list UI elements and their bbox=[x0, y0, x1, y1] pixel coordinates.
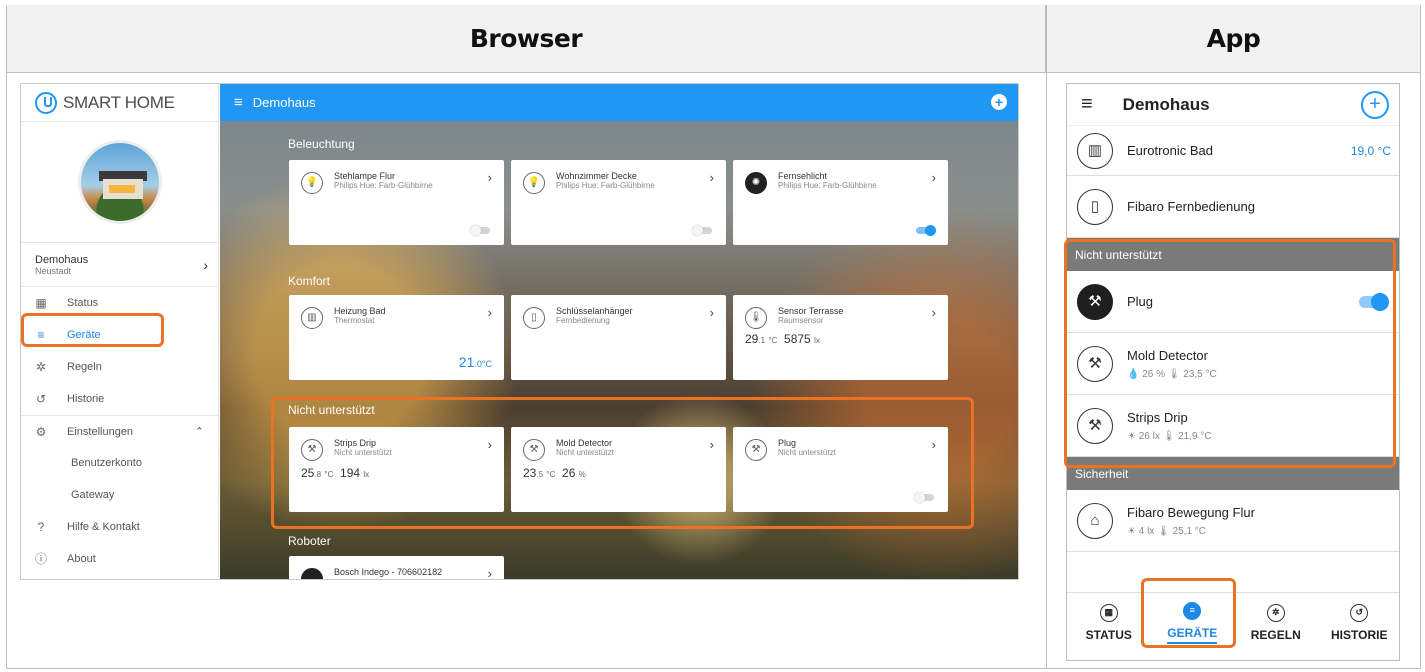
bulb-icon: 💡 bbox=[301, 172, 323, 194]
device-card-wohnzimmer[interactable]: 💡 Wohnzimmer Decke Philips Hue: Farb-Glü… bbox=[511, 160, 726, 245]
gear-icon: ⚙ bbox=[35, 424, 47, 439]
device-card-schluessel[interactable]: ▯ Schlüsselanhänger Fernbedienung › bbox=[511, 295, 726, 380]
sidebar-item-hilfe[interactable]: ? Hilfe & Kontakt bbox=[21, 511, 218, 543]
highlight-geraete-nav bbox=[21, 313, 164, 347]
home-selector[interactable]: Demohaus Neustadt › bbox=[21, 243, 218, 287]
tab-regeln[interactable]: ✲ REGELN bbox=[1234, 593, 1318, 652]
add-icon[interactable]: + bbox=[991, 94, 1007, 110]
sidebar-item-regeln[interactable]: ✲ Regeln bbox=[21, 351, 218, 383]
highlight-geraete-tab bbox=[1141, 578, 1236, 648]
chevron-right-icon[interactable]: › bbox=[932, 305, 936, 320]
history-icon: ↺ bbox=[35, 392, 47, 406]
sidebar-item-about[interactable]: ⓘ About bbox=[21, 543, 218, 575]
column-divider bbox=[1046, 5, 1047, 669]
section-roboter: Roboter bbox=[288, 534, 331, 548]
bulb-icon: 💡 bbox=[523, 172, 545, 194]
temperature-value: 21.0°C bbox=[458, 354, 492, 370]
toggle-switch[interactable] bbox=[692, 225, 712, 236]
chevron-up-icon: ⌃ bbox=[194, 426, 204, 438]
motion-sensor-icon: ⌂ bbox=[1077, 502, 1113, 539]
chevron-right-icon[interactable]: › bbox=[488, 170, 492, 185]
tab-historie[interactable]: ↺ HISTORIE bbox=[1318, 593, 1400, 652]
topbar-title: Demohaus bbox=[252, 95, 316, 110]
grid-icon: ▦ bbox=[35, 296, 47, 310]
sidebar-item-gateway[interactable]: Gateway bbox=[21, 479, 218, 511]
device-card-stehlampe[interactable]: 💡 Stehlampe Flur Philips Hue: Farb-Glühb… bbox=[289, 160, 504, 245]
highlight-unsupported-app bbox=[1064, 239, 1396, 468]
section-beleuchtung: Beleuchtung bbox=[288, 137, 355, 151]
home-name: Demohaus bbox=[35, 253, 89, 266]
chevron-right-icon[interactable]: › bbox=[932, 170, 936, 185]
magic-icon: ✲ bbox=[1266, 603, 1285, 622]
device-card-heizung[interactable]: ▥ Heizung Bad Thermostat › 21.0°C bbox=[289, 295, 504, 380]
sidebar-item-historie[interactable]: ↺ Historie bbox=[21, 383, 218, 415]
bulb-icon: ✺ bbox=[745, 172, 767, 194]
menu-icon[interactable]: ≡ bbox=[1081, 93, 1093, 116]
house-avatar[interactable] bbox=[77, 140, 162, 224]
tab-status[interactable]: ▦ STATUS bbox=[1067, 593, 1151, 652]
remote-icon: ▯ bbox=[523, 307, 545, 329]
sidebar-item-benutzerkonto[interactable]: Benutzerkonto bbox=[21, 447, 218, 479]
robot-mower-icon bbox=[301, 568, 323, 579]
power-icon bbox=[35, 91, 57, 114]
sensor-values: 29.1 °C 5875 lx bbox=[745, 332, 820, 346]
help-icon: ? bbox=[37, 520, 45, 534]
toggle-switch[interactable] bbox=[916, 225, 936, 236]
menu-icon[interactable]: ≡ bbox=[234, 94, 243, 111]
thermometer-icon: 🌡 bbox=[745, 307, 767, 329]
app-row-fibaro-motion[interactable]: ⌂ Fibaro Bewegung Flur ☀ 4 lx 🌡 25,1 °C bbox=[1067, 490, 1399, 552]
remote-icon: ▯ bbox=[1077, 188, 1113, 225]
magic-icon: ✲ bbox=[35, 360, 47, 374]
section-komfort: Komfort bbox=[288, 274, 331, 288]
radiator-icon: ▥ bbox=[1077, 132, 1113, 169]
avatar-area bbox=[21, 122, 218, 243]
app-title: Demohaus bbox=[1122, 94, 1210, 114]
logo[interactable]: SMART HOME bbox=[21, 84, 218, 122]
history-icon: ↺ bbox=[1350, 603, 1369, 622]
home-city: Neustadt bbox=[35, 265, 72, 276]
info-icon: ⓘ bbox=[35, 552, 48, 566]
chevron-right-icon[interactable]: › bbox=[488, 566, 492, 579]
highlight-unsupported-browser bbox=[271, 397, 974, 529]
logo-text: SMART HOME bbox=[63, 92, 175, 112]
device-card-fernsehlicht[interactable]: ✺ Fernsehlicht Philips Hue: Farb-Glühbir… bbox=[733, 160, 948, 245]
device-card-sensor[interactable]: 🌡 Sensor Terrasse Raumsensor › 29.1 °C 5… bbox=[733, 295, 948, 380]
app-row-fibaro-remote[interactable]: ▯ Fibaro Fernbedienung bbox=[1067, 176, 1399, 238]
sidebar-item-einstellungen[interactable]: ⚙ Einstellungen ⌃ bbox=[21, 415, 218, 447]
chevron-right-icon[interactable]: › bbox=[710, 170, 714, 185]
chevron-right-icon: › bbox=[203, 256, 208, 273]
radiator-icon: ▥ bbox=[301, 307, 323, 329]
status-icon: ▦ bbox=[1099, 603, 1118, 622]
app-row-eurotronic[interactable]: ▥ Eurotronic Bad 19,0 °C bbox=[1067, 126, 1399, 176]
header-app: App bbox=[1047, 5, 1420, 73]
chevron-right-icon[interactable]: › bbox=[710, 305, 714, 320]
device-card-bosch[interactable]: Bosch Indego - 706602182 › bbox=[289, 556, 504, 579]
chevron-right-icon[interactable]: › bbox=[488, 305, 492, 320]
toggle-switch[interactable] bbox=[470, 225, 490, 236]
topbar: ≡ Demohaus + bbox=[220, 84, 1018, 121]
header-browser: Browser bbox=[7, 5, 1046, 73]
app-header: ≡ Demohaus + bbox=[1067, 84, 1399, 126]
add-icon[interactable]: + bbox=[1361, 91, 1389, 119]
